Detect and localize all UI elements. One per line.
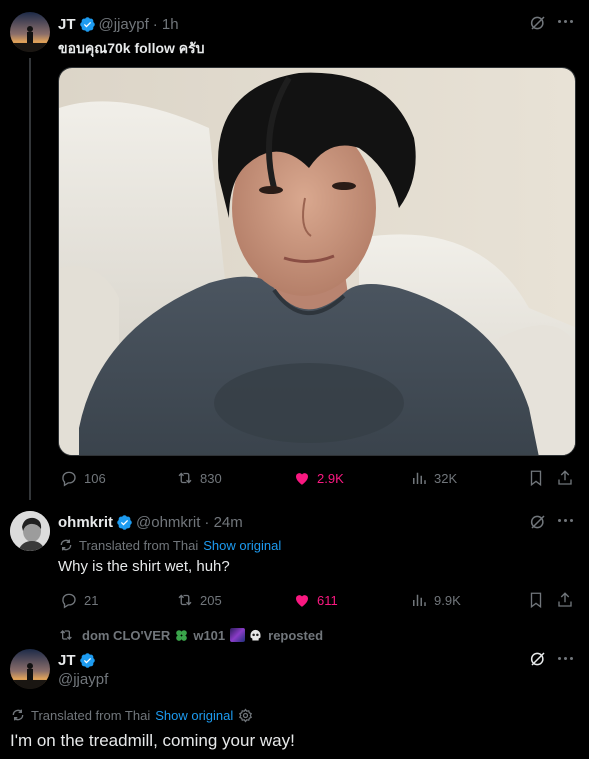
author-handle[interactable]: @jjaypf — [99, 16, 149, 33]
author-handle[interactable]: @ohmkrit — [136, 514, 200, 531]
repost-count: 830 — [200, 470, 222, 486]
share-icon[interactable] — [556, 469, 574, 492]
reply-button[interactable]: 106 — [60, 469, 106, 487]
bookmark-icon[interactable] — [527, 591, 545, 614]
author-name[interactable]: JT — [58, 16, 76, 33]
skull-icon — [250, 629, 261, 640]
post-text: Why is the shirt wet, huh? — [58, 558, 230, 575]
translate-icon — [12, 709, 24, 721]
post-text: I'm on the treadmill, coming your way! — [10, 731, 295, 750]
avatar-jt[interactable] — [10, 649, 50, 689]
settings-gear-icon[interactable] — [238, 708, 253, 723]
post-image[interactable] — [58, 67, 576, 456]
like-button[interactable]: 611 — [293, 591, 338, 609]
reply-count: 106 — [84, 470, 106, 486]
repost-icon — [60, 630, 72, 640]
more-options-icon[interactable] — [558, 20, 573, 23]
avatar-jt[interactable] — [10, 12, 50, 52]
views-button[interactable]: 32K — [410, 469, 457, 487]
like-button[interactable]: 2.9K — [293, 469, 344, 487]
views-count: 32K — [434, 470, 458, 486]
like-count: 2.9K — [317, 470, 344, 486]
grok-icon[interactable] — [529, 513, 547, 536]
share-icon[interactable] — [556, 591, 574, 614]
translate-icon — [60, 539, 72, 551]
avatar-ohmkrit[interactable] — [10, 511, 50, 551]
author-handle[interactable]: @jjaypf — [58, 671, 108, 688]
reply-button[interactable]: 21 — [60, 591, 98, 609]
clover-icon — [176, 629, 188, 641]
repost-button[interactable]: 205 — [176, 591, 222, 609]
author-name[interactable]: ohmkrit — [58, 514, 113, 531]
views-count: 9.9K — [434, 592, 461, 608]
translated-label: Translated from Thai — [31, 707, 151, 723]
more-options-icon[interactable] — [558, 519, 573, 522]
like-count: 611 — [317, 592, 338, 608]
grok-icon[interactable] — [529, 650, 547, 673]
repost-button[interactable]: 830 — [176, 469, 222, 487]
reposted-label: reposted — [268, 627, 324, 643]
translated-label: Translated from Thai — [79, 537, 199, 553]
bookmark-icon[interactable] — [527, 469, 545, 492]
grok-icon[interactable] — [529, 14, 547, 37]
post-time[interactable]: · 1h — [153, 16, 179, 33]
verified-badge-icon — [79, 652, 95, 668]
views-button[interactable]: 9.9K — [410, 591, 461, 609]
verified-badge-icon — [117, 514, 132, 530]
show-original-link[interactable]: Show original — [203, 538, 281, 553]
verified-badge-icon — [79, 16, 95, 32]
thread-line — [29, 58, 31, 500]
show-original-link[interactable]: Show original — [155, 708, 233, 723]
galaxy-icon — [230, 628, 246, 642]
post-text: ขอบคุณ70k follow ครับ — [58, 40, 205, 56]
repost-count: 205 — [200, 592, 222, 608]
reply-count: 21 — [84, 592, 99, 608]
reposter-suffix: w101 — [193, 627, 226, 643]
post-time[interactable]: · 24m — [204, 514, 242, 531]
reposter-name: dom CLO'VER — [82, 627, 171, 643]
more-options-icon[interactable] — [558, 657, 573, 660]
author-name[interactable]: JT — [58, 652, 76, 669]
repost-context[interactable]: dom CLO'VER w101 reposted — [58, 627, 323, 643]
